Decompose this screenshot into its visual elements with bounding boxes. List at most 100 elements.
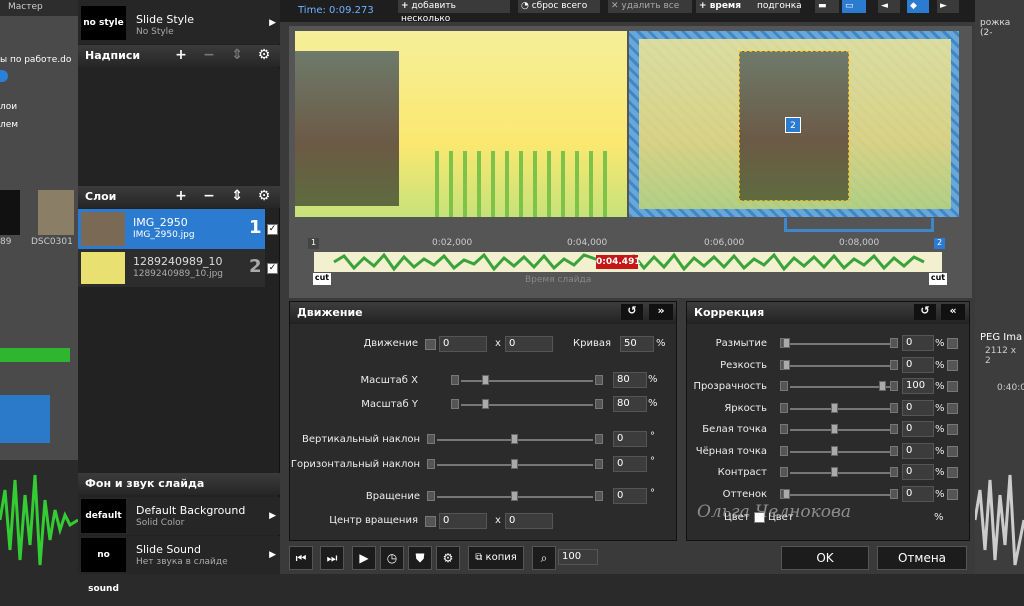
clock-icon[interactable]: ◷ [380, 546, 404, 570]
correction-checkbox[interactable] [947, 467, 958, 478]
htilt-max[interactable] [595, 459, 603, 469]
rotation-max[interactable] [595, 491, 603, 501]
remove-caption-button[interactable]: − [200, 48, 218, 64]
cut-marker-left[interactable]: cut [313, 273, 331, 285]
correction-slider-track[interactable] [790, 364, 890, 367]
time-button[interactable]: + время [696, 0, 754, 13]
correction-input[interactable]: 0 [902, 464, 934, 480]
correction-slider-min[interactable] [780, 467, 788, 477]
layer-row[interactable]: 1289240989_10 1289240989_10.jpg 2 [78, 249, 265, 287]
vtilt-slider[interactable] [511, 434, 518, 444]
background-row[interactable]: default Default Background Solid Color ▶ [78, 497, 280, 535]
prev-slide-icon[interactable]: ⏮ [289, 546, 313, 570]
correction-slider-track[interactable] [790, 472, 890, 474]
order-layer-button[interactable]: ⇕ [228, 189, 246, 205]
captions-list[interactable] [78, 68, 280, 186]
htilt-min[interactable] [427, 459, 435, 469]
rotation-slider[interactable] [511, 491, 518, 501]
correction-checkbox[interactable] [947, 424, 958, 435]
scale-y-slider[interactable] [482, 399, 489, 409]
correction-slider-track[interactable] [790, 429, 890, 431]
order-caption-button[interactable]: ⇕ [228, 48, 246, 64]
ok-button[interactable]: OK [781, 546, 869, 570]
correction-slider-max[interactable] [890, 359, 898, 370]
correction-input[interactable]: 0 [902, 442, 934, 459]
vtilt-min[interactable] [427, 434, 435, 444]
correction-slider-min[interactable] [780, 381, 788, 391]
scale-x-min[interactable] [451, 375, 459, 385]
timeline-marker-start[interactable]: 1 [308, 238, 319, 249]
correction-slider-max[interactable] [890, 488, 898, 499]
correction-input[interactable]: 0 [902, 421, 934, 437]
htilt-slider[interactable] [511, 459, 518, 469]
correction-checkbox[interactable] [947, 381, 958, 392]
scale-y-input[interactable]: 80 [613, 396, 647, 412]
htilt-input[interactable]: 0 [613, 456, 647, 472]
correction-slider-track[interactable] [790, 450, 890, 453]
scale-x-max[interactable] [595, 375, 603, 385]
vtilt-max[interactable] [595, 434, 603, 444]
cut-marker-right[interactable]: cut [929, 273, 947, 285]
scale-x-slider[interactable] [482, 375, 489, 385]
correction-slider-min[interactable] [780, 402, 788, 413]
rotation-center-y-input[interactable]: 0 [505, 513, 553, 529]
curve-input[interactable]: 50 [620, 336, 654, 352]
correction-slider-thumb[interactable] [831, 424, 838, 434]
layer-row[interactable]: IMG_2950 IMG_2950.jpg 1 [78, 209, 265, 249]
correction-slider-track[interactable] [790, 407, 890, 410]
reset-all-button[interactable]: ◔ сброс всего [518, 0, 600, 13]
correction-slider-max[interactable] [890, 424, 898, 434]
layer-visible-checkbox-2[interactable]: ✓ [267, 263, 278, 274]
add-caption-button[interactable]: + [172, 48, 190, 64]
layer-settings-gear-icon[interactable]: ⚙ [255, 189, 273, 205]
layout-split-icon[interactable]: ▭ [842, 0, 866, 13]
correction-slider-track[interactable] [790, 493, 890, 496]
correction-checkbox[interactable] [947, 402, 958, 414]
add-several-button[interactable]: + добавить несколько [398, 0, 510, 24]
vtilt-input[interactable]: 0 [613, 431, 647, 447]
layer-visible-checkbox-1[interactable]: ✓ [267, 224, 278, 235]
next-slide-icon[interactable]: ⏭ [320, 546, 344, 570]
slide-style-row[interactable]: no style Slide Style No Style ▶ [78, 0, 280, 44]
scale-x-track[interactable] [461, 380, 593, 382]
zoom-input[interactable]: 100 [558, 549, 598, 565]
scale-y-max[interactable] [595, 399, 603, 409]
correction-slider-max[interactable] [890, 338, 898, 348]
correction-input[interactable]: 0 [902, 356, 934, 373]
correction-input[interactable]: 0 [902, 399, 934, 416]
correction-input[interactable]: 0 [902, 335, 934, 351]
delete-all-button[interactable]: ✕ удалить все [608, 0, 692, 13]
preview-source-slide[interactable] [295, 31, 627, 217]
correction-slider-track[interactable] [790, 343, 890, 345]
preview-result-slide[interactable]: 2 [629, 31, 959, 217]
correction-slider-thumb[interactable] [783, 338, 790, 348]
play-icon[interactable]: ▶ [352, 546, 376, 570]
zoom-search-icon[interactable]: ⌕ [532, 546, 556, 570]
correction-input[interactable]: 100 [902, 378, 934, 394]
motion-reset-icon[interactable]: ↺ [621, 304, 643, 320]
rotation-center-x-input[interactable]: 0 [439, 513, 487, 529]
goto-end-icon[interactable]: ► [937, 0, 959, 13]
sound-row[interactable]: no sound Slide Sound Нет звука в слайде … [78, 536, 280, 594]
correction-checkbox[interactable] [947, 445, 958, 457]
correction-slider-track[interactable] [790, 386, 890, 388]
movement-x-input[interactable]: 0 [439, 336, 487, 352]
movement-link-checkbox[interactable] [425, 339, 436, 350]
scale-x-input[interactable]: 80 [613, 372, 647, 388]
cancel-button[interactable]: Отмена [877, 546, 967, 570]
correction-checkbox[interactable] [947, 338, 958, 349]
correction-slider-max[interactable] [890, 467, 898, 477]
timeline-current-time[interactable]: 0:04.491 [596, 255, 641, 269]
movement-y-input[interactable]: 0 [505, 336, 553, 352]
correction-slider-thumb[interactable] [831, 445, 838, 456]
rotation-center-link[interactable] [425, 516, 436, 527]
add-layer-button[interactable]: + [172, 189, 190, 205]
marker-icon[interactable]: ◆ [907, 0, 929, 13]
scale-y-min[interactable] [451, 399, 459, 409]
correction-input[interactable]: 0 [902, 485, 934, 502]
correction-slider-thumb[interactable] [783, 488, 790, 499]
correction-checkbox[interactable] [947, 359, 958, 371]
correction-checkbox[interactable] [947, 488, 958, 500]
layout-single-icon[interactable]: ▬ [815, 0, 839, 13]
correction-slider-thumb[interactable] [831, 467, 838, 477]
